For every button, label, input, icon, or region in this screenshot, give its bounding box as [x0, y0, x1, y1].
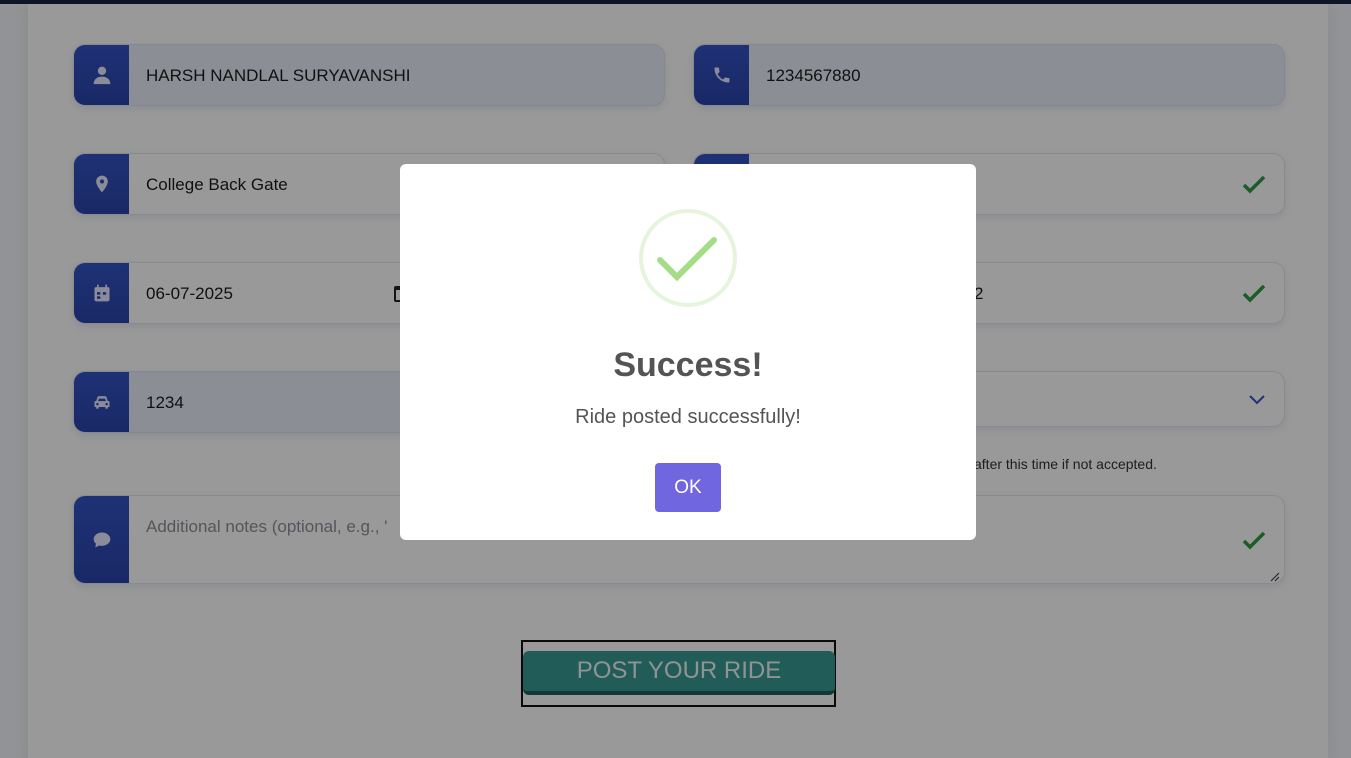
dialog-message: Ride posted successfully!: [575, 406, 801, 428]
success-check-icon: [638, 208, 738, 308]
ok-button[interactable]: OK: [655, 463, 721, 512]
success-dialog: Success! Ride posted successfully! OK: [400, 164, 976, 540]
dialog-title: Success!: [613, 346, 763, 384]
